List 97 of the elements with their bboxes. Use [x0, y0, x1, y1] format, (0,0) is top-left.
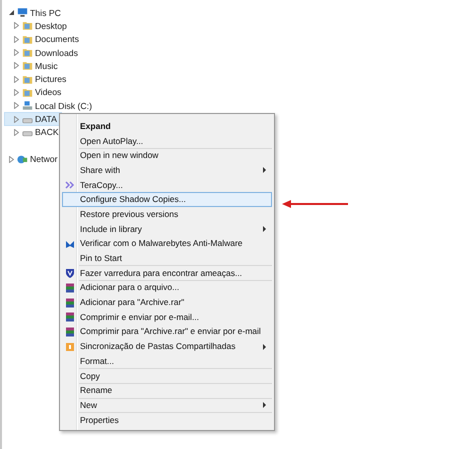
collapsed-caret-icon[interactable] [13, 88, 20, 96]
tree-item[interactable]: BACK [4, 126, 64, 139]
menu-item[interactable]: Restore previous versions [62, 207, 272, 222]
tree-item[interactable]: Desktop [4, 19, 72, 33]
menu-label: Comprimir e enviar por e-mail... [80, 312, 200, 323]
books-icon [65, 312, 75, 322]
menu-label: Open in new window [80, 150, 158, 162]
menu-label: Configure Shadow Copies... [80, 194, 186, 206]
menu-item[interactable]: Open in new window [62, 148, 272, 164]
submenu-arrow-icon [262, 344, 267, 350]
menu-item[interactable]: Expand [62, 119, 272, 134]
collapsed-caret-icon[interactable] [13, 49, 20, 56]
menu-item[interactable]: Rename [62, 383, 272, 398]
tree-label: Downloads [35, 48, 78, 58]
submenu-arrow-icon [262, 167, 267, 174]
tree-label: Music [35, 60, 58, 71]
menu-item[interactable]: Share with [62, 163, 272, 178]
menu-label: New [80, 400, 98, 411]
menu-item[interactable]: New [62, 398, 272, 413]
menu-item[interactable]: Configure Shadow Copies... [62, 192, 272, 208]
menu-label: Expand [80, 120, 111, 132]
menu-item[interactable]: Include in library [62, 222, 272, 236]
tree-item[interactable]: Local Disk (C:) [4, 99, 97, 112]
menu-label: Comprimir para "Archive.rar" e enviar por e-mail [80, 326, 261, 338]
collapsed-caret-icon[interactable] [13, 76, 20, 83]
menu-label: Sincronização de Pastas Compartilhadas [80, 341, 236, 352]
menu-label: Verificar com o Malwarebytes Anti-Malware [80, 238, 243, 250]
tree-item[interactable]: Music [4, 59, 63, 72]
computer-icon [17, 7, 28, 18]
collapsed-caret-icon[interactable] [13, 116, 20, 123]
menu-item[interactable]: TeraCopy... [62, 178, 272, 192]
collapsed-caret-icon[interactable] [13, 36, 20, 43]
books-icon [65, 298, 75, 308]
collapsed-caret-icon[interactable] [13, 102, 20, 110]
folder-icon [22, 60, 33, 72]
tree-label: Local Disk (C:) [35, 100, 92, 111]
menu-item[interactable]: Sincronização de Pastas Compartilhadas [62, 339, 272, 354]
menu-item[interactable]: Pin to Start [62, 251, 272, 266]
tree-label: Pictures [35, 74, 66, 84]
tree-item[interactable]: This PC [4, 6, 66, 20]
tree-label: DATA [35, 114, 57, 124]
tree-item[interactable]: Videos [4, 86, 66, 100]
tree-label: Videos [35, 87, 62, 98]
sync-icon [65, 342, 75, 352]
tree-item[interactable]: Pictures [4, 72, 72, 86]
tree-item[interactable]: DATA [4, 112, 62, 126]
folder-icon [22, 34, 33, 45]
arrow-icon [282, 199, 348, 209]
menu-label: Format... [80, 356, 114, 367]
double-chevron-icon [65, 180, 75, 190]
drive-icon [22, 100, 33, 112]
menu-label: Rename [80, 385, 112, 396]
submenu-arrow-icon [262, 402, 267, 408]
tree-item[interactable]: Documents [4, 32, 84, 46]
malwarebytes-icon [65, 238, 75, 249]
shield-icon [65, 268, 75, 278]
menu-item[interactable]: Fazer varredura para encontrar ameaças... [62, 266, 272, 281]
collapsed-caret-icon[interactable] [13, 22, 20, 30]
menu-label: Adicionar para o arquivo... [80, 282, 180, 294]
books-icon [65, 282, 75, 293]
menu-label: TeraCopy... [80, 180, 123, 191]
tree-label: Desktop [35, 20, 67, 31]
tree-item[interactable]: Networ [4, 152, 63, 166]
collapsed-caret-icon[interactable] [8, 156, 15, 163]
folder-icon [22, 74, 33, 85]
menu-label: Restore previous versions [80, 208, 178, 220]
menu-item[interactable]: Properties [62, 412, 272, 428]
menu-item[interactable]: Adicionar para "Archive.rar" [62, 295, 272, 310]
menu-label: Copy [80, 370, 100, 382]
tree-label: Networ [30, 154, 58, 164]
tree-item[interactable]: Downloads [4, 46, 83, 60]
collapsed-caret-icon[interactable] [13, 128, 20, 136]
menu-item[interactable]: Comprimir para "Archive.rar" e enviar por e-mail [62, 324, 272, 340]
menu-label: Properties [80, 414, 119, 426]
folder-icon [22, 47, 33, 58]
expanded-caret-icon[interactable] [8, 9, 15, 16]
tree-label: This PC [30, 8, 61, 18]
menu-label: Share with [80, 164, 120, 176]
books-icon [65, 326, 75, 337]
menu-item[interactable]: Format... [62, 354, 272, 369]
menu-label: Fazer varredura para encontrar ameaças... [80, 268, 242, 279]
menu-item[interactable]: Comprimir e enviar por e-mail... [62, 310, 272, 325]
folder-icon [22, 86, 33, 98]
submenu-arrow-icon [262, 226, 267, 232]
menu-item[interactable]: Copy [62, 368, 272, 384]
collapsed-caret-icon[interactable] [13, 62, 20, 70]
network-icon [17, 154, 28, 165]
menu-item[interactable]: Open AutoPlay... [62, 134, 272, 148]
tree-label: Documents [35, 34, 79, 44]
menu-item[interactable]: Verificar com o Malwarebytes Anti-Malware [62, 236, 272, 252]
tree-label: BACK [35, 127, 59, 138]
menu-item[interactable]: Adicionar para o arquivo... [62, 280, 272, 296]
menu-label: Adicionar para "Archive.rar" [80, 297, 184, 308]
menu-label: Include in library [80, 224, 142, 235]
menu-label: Pin to Start [80, 253, 122, 264]
folder-icon [22, 20, 33, 32]
menu-label: Open AutoPlay... [80, 136, 144, 147]
